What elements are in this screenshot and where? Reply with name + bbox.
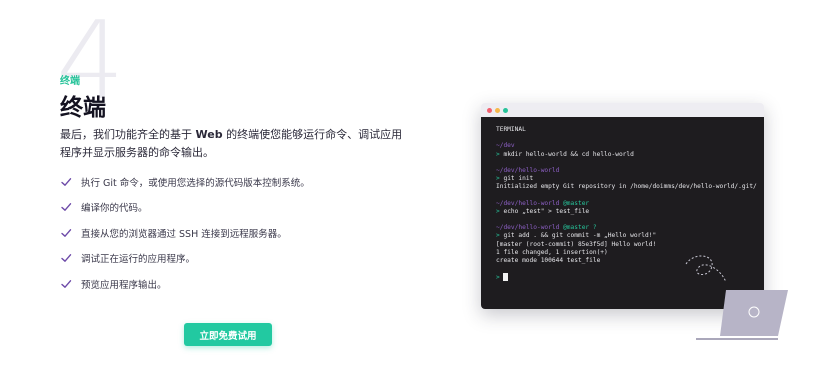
minimize-dot-icon[interactable] <box>495 107 500 113</box>
close-dot-icon[interactable] <box>487 107 492 113</box>
feature-text: 编译你的代码。 <box>81 203 148 215</box>
terminal-command: git init <box>503 175 534 183</box>
maximize-dot-icon[interactable] <box>503 107 508 113</box>
terminal-command: mkdir hello-world && cd hello-world <box>503 150 634 158</box>
terminal-path: ~/dev <box>496 142 515 150</box>
prompt-symbol: > <box>496 175 500 183</box>
feature-text: 直接从您的浏览器通过 SSH 连接到远程服务器。 <box>81 228 287 240</box>
feature-list: 执行 Git 命令，或使用您选择的源代码版本控制系统。 编译你的代码。 直接从您… <box>60 169 310 297</box>
terminal-path: ~/dev/hello-world <box>496 224 560 232</box>
laptop-illustration-icon <box>696 290 788 340</box>
terminal-command: git add . && git commit -m „Hello world!… <box>503 232 657 240</box>
terminal-command-line: > git add . && git commit -m „Hello worl… <box>496 232 764 240</box>
feature-item: 直接从您的浏览器通过 SSH 连接到远程服务器。 <box>60 220 310 246</box>
terminal-title: TERMINAL <box>496 126 526 133</box>
lead-text-start: 最后，我们功能齐全的基于 <box>60 128 196 141</box>
terminal-command-line: > git init <box>496 175 764 183</box>
feature-text: 调试正在运行的应用程序。 <box>81 254 196 266</box>
decorative-curl-icon <box>685 255 727 283</box>
feature-item: 调试正在运行的应用程序。 <box>60 246 310 272</box>
checkmark-icon <box>61 203 72 212</box>
checkmark-icon <box>61 177 72 186</box>
prompt-symbol: > <box>496 207 500 215</box>
lead-highlight: Web <box>195 128 223 141</box>
feature-item: 预览应用程序输出。 <box>60 271 310 297</box>
terminal-path: ~/dev/hello-world <box>496 199 560 207</box>
prompt-symbol: > <box>496 150 500 158</box>
terminal-path: ~/dev/hello-world <box>496 166 560 174</box>
terminal-cursor <box>503 273 509 282</box>
terminal-command-line: > mkdir hello-world && cd hello-world <box>496 151 764 159</box>
terminal-command-line: > echo „test" > test_file <box>496 208 764 216</box>
checkmark-icon <box>61 254 72 263</box>
feature-text: 执行 Git 命令，或使用您选择的源代码版本控制系统。 <box>81 177 310 189</box>
terminal-branch: @master <box>563 199 590 207</box>
window-titlebar <box>481 103 764 117</box>
terminal-path-line: ~/dev/hello-world @master <box>496 200 764 208</box>
section-title: 终端 <box>60 95 106 121</box>
free-trial-button[interactable]: 立即免费试用 <box>184 323 272 346</box>
prompt-symbol: > <box>496 274 500 282</box>
feature-text: 预览应用程序输出。 <box>81 279 167 291</box>
terminal-output-line: [master (root-commit) 85e3f5d] Hello wor… <box>496 240 657 248</box>
terminal-output-line: Initialized empty Git repository in /hom… <box>496 183 757 191</box>
feature-item: 执行 Git 命令，或使用您选择的源代码版本控制系统。 <box>60 169 310 195</box>
checkmark-icon <box>61 279 72 288</box>
feature-item: 编译你的代码。 <box>60 195 310 221</box>
section-description: 最后，我们功能齐全的基于 Web 的终端使您能够运行命令、调试应用程序并显示服务… <box>60 126 405 162</box>
terminal-branch: @master ? <box>563 224 597 232</box>
checkmark-icon <box>61 228 72 237</box>
terminal-command: echo „test" > test_file <box>503 207 590 215</box>
section-eyebrow: 终端 <box>60 76 80 87</box>
terminal-path-line: ~/dev/hello-world @master ? <box>496 224 764 232</box>
prompt-symbol: > <box>496 232 500 240</box>
